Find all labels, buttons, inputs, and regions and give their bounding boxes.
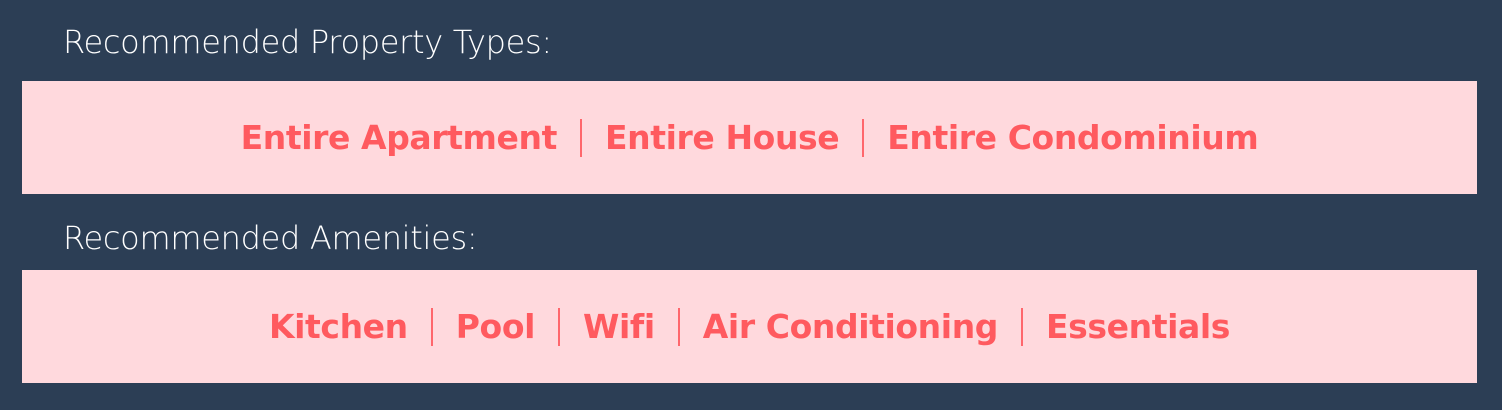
amenity-wifi[interactable]: Wifi bbox=[583, 307, 655, 346]
separator bbox=[862, 118, 865, 157]
amenity-air-conditioning[interactable]: Air Conditioning bbox=[703, 307, 999, 346]
separator bbox=[579, 118, 582, 157]
property-types-list: Entire Apartment Entire House Entire Con… bbox=[241, 118, 1259, 157]
separator bbox=[430, 307, 433, 346]
separator bbox=[558, 307, 561, 346]
property-types-heading: Recommended Property Types: bbox=[63, 23, 552, 61]
amenity-pool[interactable]: Pool bbox=[456, 307, 536, 346]
property-type-entire-apartment[interactable]: Entire Apartment bbox=[241, 118, 558, 157]
property-types-band: Entire Apartment Entire House Entire Con… bbox=[22, 81, 1477, 194]
amenities-band: Kitchen Pool Wifi Air Conditioning Essen… bbox=[22, 270, 1477, 383]
separator bbox=[677, 307, 680, 346]
separator bbox=[1021, 307, 1024, 346]
property-type-entire-condominium[interactable]: Entire Condominium bbox=[887, 118, 1259, 157]
property-type-entire-house[interactable]: Entire House bbox=[605, 118, 840, 157]
amenity-kitchen[interactable]: Kitchen bbox=[269, 307, 408, 346]
amenities-list: Kitchen Pool Wifi Air Conditioning Essen… bbox=[269, 307, 1230, 346]
amenity-essentials[interactable]: Essentials bbox=[1046, 307, 1230, 346]
amenities-heading: Recommended Amenities: bbox=[63, 219, 478, 257]
